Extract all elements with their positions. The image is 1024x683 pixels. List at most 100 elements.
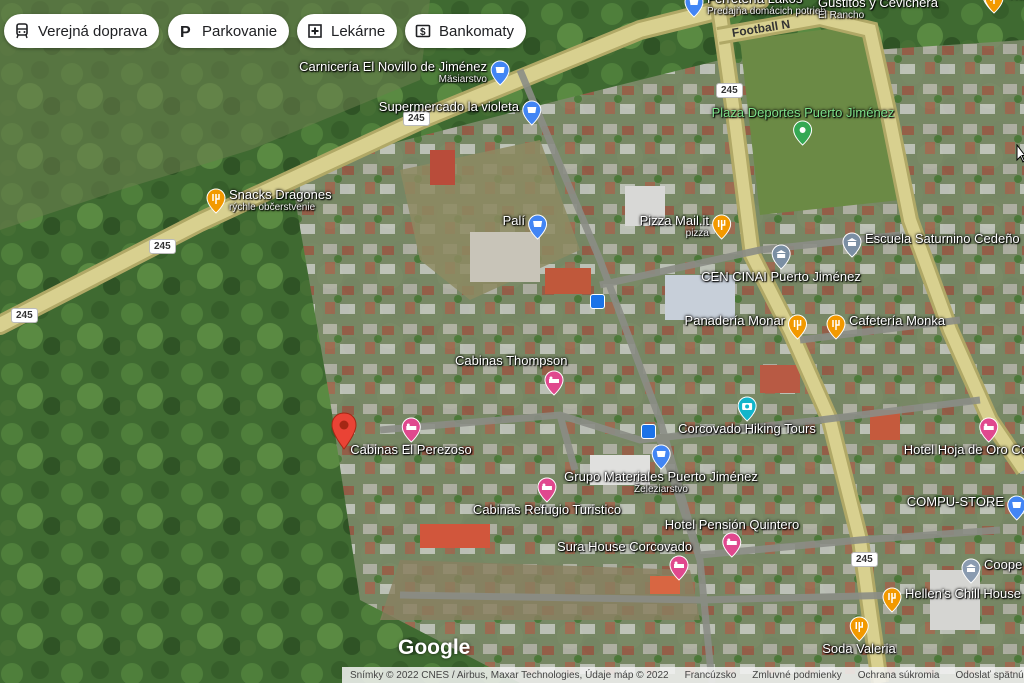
poi-label[interactable]: Hellen's Chill House <box>905 587 1021 601</box>
food-pin-icon[interactable] <box>712 214 732 240</box>
park-pin-icon[interactable] <box>793 120 813 146</box>
map-footer: Snímky © 2022 CNES / Airbus, Maxar Techn… <box>342 667 1024 683</box>
poi-category: Mäsiarstvo <box>438 74 487 85</box>
poi-label[interactable]: Ferretería LakosPredajňa domácich potrie… <box>707 0 826 17</box>
place-pin-icon[interactable] <box>961 558 981 584</box>
footer-link-feedback[interactable]: Odoslať spätnú väzbu <box>947 670 1024 681</box>
hotel-pin-icon[interactable] <box>401 417 421 443</box>
food-pin-icon[interactable] <box>788 314 808 340</box>
poi-hellen-s-chill-house[interactable]: Hellen's Chill House <box>882 587 1021 613</box>
poi-cabinas-el-perezoso[interactable]: Cabinas El Perezoso <box>350 417 472 457</box>
pharmacy-icon <box>307 23 323 39</box>
shopping-pin-icon[interactable] <box>1007 495 1024 521</box>
route-shield: 245 <box>149 239 176 254</box>
satellite-map[interactable]: Verejná doprava P Parkovanie Lekárne $ B… <box>0 0 1024 683</box>
poi-label[interactable]: Corcovado Hiking Tours <box>678 422 816 436</box>
poi-name: Carnicería El Novillo de Jiménez <box>299 59 487 74</box>
poi-panader-a-monar[interactable]: Panadería Monar <box>685 314 808 340</box>
school-pin-icon[interactable] <box>771 244 791 270</box>
poi-name: CEN CINAI Puerto Jiménez <box>701 269 861 284</box>
poi-sura-house-corcovado[interactable] <box>669 555 689 581</box>
poi-cafeter-a-monka[interactable]: Cafetería Monka <box>826 314 945 340</box>
poi-label[interactable]: Cabinas Thompson <box>455 354 568 368</box>
food-pin-icon[interactable] <box>849 616 869 642</box>
school-pin-icon[interactable] <box>842 232 862 258</box>
poi-label[interactable]: Snacks Dragones rýchle občerstvenie <box>229 188 332 214</box>
poi-label[interactable]: Tribu Ara <box>1007 0 1024 2</box>
poi-label[interactable]: CEN CINAI Puerto Jiménez <box>701 270 861 284</box>
poi-name: COMPU-STORE <box>906 494 1004 509</box>
poi-label[interactable]: COMPU-STORE <box>907 495 1004 509</box>
poi-coope-puerto[interactable]: Coope Puerto <box>961 558 1024 584</box>
poi-category: pizza <box>685 228 709 239</box>
chip-atms[interactable]: $ Bankomaty <box>405 14 527 48</box>
poi-cabinas-thompson[interactable] <box>544 370 564 396</box>
food-pin-icon[interactable] <box>882 587 902 613</box>
chip-parking[interactable]: P Parkovanie <box>168 14 290 48</box>
poi-name: Cabinas Refugio Turistico <box>472 502 622 517</box>
tour-pin-icon[interactable] <box>737 396 757 422</box>
shopping-pin-icon[interactable] <box>490 60 510 86</box>
poi-tribu-ara[interactable]: Tribu Ara <box>984 0 1024 14</box>
poi-label[interactable]: Cabinas Refugio Turistico <box>473 503 621 517</box>
poi-label[interactable]: Pizza Mail.it pizza <box>639 213 709 240</box>
poi-cabinas-refugio-turistico[interactable]: Cabinas Refugio Turistico <box>473 477 621 517</box>
poi-label[interactable]: Carnicería El Novillo de Jiménez Mäsiarst… <box>299 59 487 86</box>
poi-corcovado-hiking-tours[interactable]: Corcovado Hiking Tours <box>678 396 816 436</box>
chip-public-transit[interactable]: Verejná doprava <box>4 14 160 48</box>
poi-label[interactable]: Plaza Deportes Puerto Jiménez <box>712 106 895 120</box>
selected-location-pin-icon[interactable] <box>331 412 357 455</box>
shopping-pin-icon[interactable] <box>651 444 671 470</box>
shopping-pin-icon[interactable] <box>528 214 548 240</box>
poi-carnicer-a-el-novillo-de-jim-nez[interactable]: Carnicería El Novillo de Jiménez Mäsiarst… <box>299 60 510 86</box>
bus-stop-icon[interactable] <box>590 294 605 309</box>
poi-label[interactable]: Hotel Pensión Quintero <box>665 518 799 532</box>
poi-snacks-dragones[interactable]: Snacks Dragones rýchle občerstvenie <box>206 188 332 214</box>
footer-link-terms[interactable]: Zmluvné podmienky <box>744 670 849 681</box>
poi-label[interactable]: Palí <box>503 214 525 228</box>
poi-pal[interactable]: Palí <box>503 214 548 240</box>
food-pin-icon[interactable] <box>206 188 226 214</box>
food-pin-icon[interactable] <box>984 0 1004 14</box>
poi-hotel-hoja-de-oro-corcovado[interactable]: Hotel Hoja de Oro Corcovado <box>904 417 1024 457</box>
poi-ferreter-a-lakos[interactable]: Ferretería LakosPredajňa domácich potrie… <box>684 0 826 18</box>
poi-name: Pizza Mail.it <box>639 213 709 228</box>
atm-icon: $ <box>415 23 431 39</box>
poi-label[interactable]: Gustitos y Cevichera El Rancho <box>818 0 938 21</box>
poi-label[interactable]: Cafetería Monka <box>849 314 945 328</box>
poi-label[interactable]: Cabinas El Perezoso <box>350 443 471 457</box>
chip-label: Parkovanie <box>202 22 278 40</box>
poi-plaza-deportes-puerto-jim-nez[interactable]: Plaza Deportes Puerto Jiménez <box>712 106 895 146</box>
poi-hotel-pensi-n-quintero[interactable]: Hotel Pensión Quintero <box>665 518 799 558</box>
poi-label[interactable]: Escuela Saturnino Cedeño <box>865 232 1020 246</box>
poi-label[interactable]: Panadería Monar <box>685 314 785 328</box>
poi-cen-cinai-puerto-jim-nez[interactable]: CEN CINAI Puerto Jiménez <box>701 244 861 284</box>
poi-label[interactable]: Soda Valeria <box>822 642 895 656</box>
poi-name: Panadería Monar <box>684 313 785 328</box>
poi-label[interactable]: Coope Puerto <box>984 558 1024 572</box>
poi-label[interactable]: Hotel Hoja de Oro Corcovado <box>904 443 1024 457</box>
chip-pharmacies[interactable]: Lekárne <box>297 14 398 48</box>
hotel-pin-icon[interactable] <box>979 417 999 443</box>
poi-compu-store[interactable]: COMPU-STORE <box>907 495 1024 521</box>
shopping-pin-icon[interactable] <box>684 0 704 18</box>
shopping-pin-icon[interactable] <box>522 100 542 126</box>
food-pin-icon[interactable] <box>826 314 846 340</box>
poi-escuela-saturnino-cede-o[interactable]: Escuela Saturnino Cedeño <box>842 232 1020 258</box>
poi-category: El Rancho <box>818 10 865 21</box>
hotel-pin-icon[interactable] <box>669 555 689 581</box>
poi-name: Gustitos y Cevichera <box>818 0 938 10</box>
poi-soda-valeria[interactable]: Soda Valeria <box>822 616 896 656</box>
poi-label[interactable]: Supermercado la violeta <box>379 100 519 114</box>
parking-icon: P <box>178 23 194 41</box>
hotel-pin-icon[interactable] <box>537 477 557 503</box>
footer-link-privacy[interactable]: Ochrana súkromia <box>850 670 948 681</box>
poi-pizza-mail-it[interactable]: Pizza Mail.it pizza <box>640 214 732 240</box>
hotel-pin-icon[interactable] <box>722 532 742 558</box>
poi-supermercado-la-violeta[interactable]: Supermercado la violeta <box>379 100 542 126</box>
route-shield: 245 <box>851 552 878 567</box>
footer-link-country[interactable]: Francúzsko <box>677 670 745 681</box>
hotel-pin-icon[interactable] <box>544 370 564 396</box>
poi-category: rýchle občerstvenie <box>229 202 316 213</box>
bus-stop-icon[interactable] <box>641 424 656 439</box>
